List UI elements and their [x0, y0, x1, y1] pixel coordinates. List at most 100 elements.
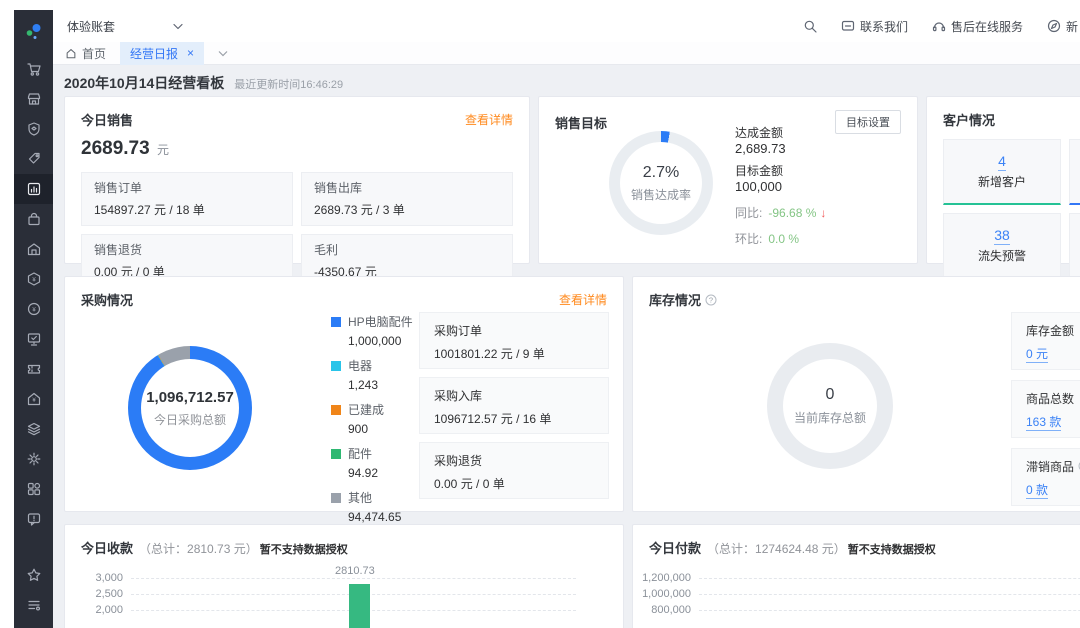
sidebar-item-member-badge-icon[interactable]	[14, 114, 53, 144]
sidebar-item-warehouse-icon[interactable]	[14, 234, 53, 264]
target-value: 100,000	[735, 179, 826, 195]
legend-swatch	[331, 317, 341, 327]
guide-label: 新	[1066, 18, 1078, 35]
guide-link[interactable]: 新	[1047, 18, 1078, 35]
customer-tile-cut[interactable]	[1069, 213, 1080, 279]
legend-value: 94.92	[348, 466, 413, 480]
y-axis-tick: 2,000	[65, 604, 123, 616]
purchase-order-tile[interactable]: 采购订单 1001801.22 元 / 9 单	[419, 312, 609, 369]
svg-text:¥: ¥	[32, 307, 36, 313]
legend-swatch	[331, 493, 341, 503]
sidebar-item-goods-box-yuan-icon[interactable]: ¥	[14, 264, 53, 294]
tile-label: 采购退货	[434, 452, 594, 469]
goods-count-link[interactable]: 163 款	[1026, 415, 1061, 431]
y-axis-tick: 1,000,000	[633, 588, 691, 600]
target-label: 目标金额	[735, 163, 826, 179]
receipts-bar	[349, 584, 370, 628]
sidebar-item-store-icon[interactable]	[14, 84, 53, 114]
gridline	[699, 578, 1080, 579]
metric-label: 毛利	[314, 241, 500, 258]
legend-label: HP电脑配件	[348, 313, 413, 330]
after-sales-service-link[interactable]: 售后在线服务	[932, 18, 1023, 35]
sales-view-details-link[interactable]: 查看详情	[465, 111, 513, 128]
tab-home-label: 首页	[82, 45, 106, 62]
slow-moving-link[interactable]: 0 款	[1026, 483, 1048, 499]
new-customers-count-link[interactable]: 4	[998, 153, 1006, 171]
last-updated-text: 最近更新时间16:46:29	[234, 76, 343, 92]
sales-target-card: 销售目标 目标设置 2.7% 销售达成率 达成金额 2,689.73 目标金额 …	[538, 96, 918, 264]
close-tab-icon[interactable]: ×	[187, 46, 194, 60]
customers-tiles: 4 新增客户 38 流失预警	[943, 139, 1080, 279]
purchase-inbound-tile[interactable]: 采购入库 1096712.57 元 / 16 单	[419, 377, 609, 434]
sidebar-item-report-chart-icon[interactable]	[14, 174, 53, 204]
mom-value: 0.0 %	[768, 232, 799, 246]
sidebar-item-funds-coin-yuan-icon[interactable]: ¥	[14, 294, 53, 324]
legend-value: 1,243	[348, 378, 413, 392]
inventory-tiles: 库存金额 0 元 商品总数 163 款 滞销商品? 0 款	[1011, 277, 1080, 511]
favorites-star-icon[interactable]	[14, 560, 53, 590]
y-axis-tick: 3,000	[65, 572, 123, 584]
yoy-label: 同比:	[735, 206, 762, 220]
home-icon	[65, 47, 77, 59]
legend-value: 94,474.65	[348, 510, 413, 524]
sidebar-item-purchase-bag-icon[interactable]	[14, 204, 53, 234]
legend-label: 电器	[348, 357, 372, 374]
tab-daily-report[interactable]: 经营日报 ×	[120, 42, 204, 65]
purchase-title: 采购情况	[81, 290, 133, 309]
gridline	[699, 594, 1080, 595]
today-sales-metrics: 销售订单 154897.27 元 / 18 单 销售出库 2689.73 元 /…	[81, 172, 513, 288]
tab-home[interactable]: 首页	[65, 45, 106, 62]
account-name: 体验账套	[67, 18, 115, 35]
svg-text:¥: ¥	[32, 277, 36, 283]
sidebar-item-feedback-message-icon[interactable]	[14, 504, 53, 534]
target-percent-label: 销售达成率	[631, 186, 691, 203]
tile-label: 商品总数	[1026, 390, 1080, 407]
inventory-total-label: 当前库存总额	[794, 409, 866, 426]
sidebar-item-settings-gear-icon[interactable]	[14, 444, 53, 474]
contact-us-link[interactable]: 联系我们	[841, 18, 908, 35]
menu-settings-icon[interactable]	[14, 590, 53, 620]
purchase-total: 1,096,712.57	[146, 389, 234, 406]
tab-dropdown-icon[interactable]	[218, 46, 228, 60]
target-settings-button[interactable]: 目标设置	[835, 110, 901, 134]
account-switcher[interactable]: 体验账套	[67, 18, 183, 35]
date-header: 2020年10月14日经营看板 最近更新时间16:46:29	[64, 73, 343, 93]
churn-warning-count-link[interactable]: 38	[994, 227, 1010, 245]
app-logo-icon[interactable]	[14, 10, 53, 54]
search-icon[interactable]	[803, 19, 817, 33]
sidebar-item-sales-cart-icon[interactable]	[14, 54, 53, 84]
customer-tile-cut[interactable]	[1069, 139, 1080, 205]
legend-swatch	[331, 405, 341, 415]
goods-count-tile[interactable]: 商品总数 163 款	[1011, 380, 1080, 438]
metric-sales-order[interactable]: 销售订单 154897.27 元 / 18 单	[81, 172, 293, 226]
metric-label: 销售退货	[94, 241, 280, 258]
legend-swatch	[331, 361, 341, 371]
sidebar-item-apps-grid-icon[interactable]	[14, 474, 53, 504]
sidebar-item-stock-layers-icon[interactable]	[14, 414, 53, 444]
metric-sales-outbound[interactable]: 销售出库 2689.73 元 / 3 单	[301, 172, 513, 226]
customers-card: 客户情况 4 新增客户 38 流失预警	[926, 96, 1080, 264]
contact-us-label: 联系我们	[860, 18, 908, 35]
receipts-bar-chart: 3,000 2,500 2,000 2810.73	[65, 525, 623, 628]
compass-icon	[1047, 19, 1061, 33]
purchase-donut-chart: 1,096,712.57 今日采购总额	[128, 346, 252, 470]
purchase-return-tile[interactable]: 采购退货 0.00 元 / 0 单	[419, 442, 609, 499]
inventory-amount-tile[interactable]: 库存金额 0 元	[1011, 312, 1080, 370]
tile-value: 1096712.57 元 / 16 单	[434, 410, 594, 427]
legend-value: 1,000,000	[348, 334, 413, 348]
new-customers-tile[interactable]: 4 新增客户	[943, 139, 1061, 205]
tile-value: 0.00 元 / 0 单	[434, 475, 594, 492]
metric-value: 154897.27 元 / 18 单	[94, 201, 280, 218]
inventory-amount-link[interactable]: 0 元	[1026, 347, 1048, 363]
sales-target-donut-chart: 2.7% 销售达成率	[609, 131, 713, 235]
churn-warning-tile[interactable]: 38 流失预警	[943, 213, 1061, 279]
sidebar-item-ticket-icon[interactable]	[14, 354, 53, 384]
help-icon[interactable]: ?	[705, 294, 717, 306]
yoy-row: 同比:-96.68 %↓	[735, 204, 826, 221]
today-receipts-card: 今日收款 （总计：2810.73 元） 暂不支持数据授权 3,000 2,500…	[64, 524, 624, 628]
slow-moving-tile[interactable]: 滞销商品? 0 款	[1011, 448, 1080, 506]
sidebar-item-price-tag-icon[interactable]	[14, 144, 53, 174]
sidebar-item-marketing-board-icon[interactable]	[14, 324, 53, 354]
dashboard-date-title: 2020年10月14日经营看板	[64, 73, 224, 93]
sidebar-item-finance-house-yuan-icon[interactable]: ¥	[14, 384, 53, 414]
